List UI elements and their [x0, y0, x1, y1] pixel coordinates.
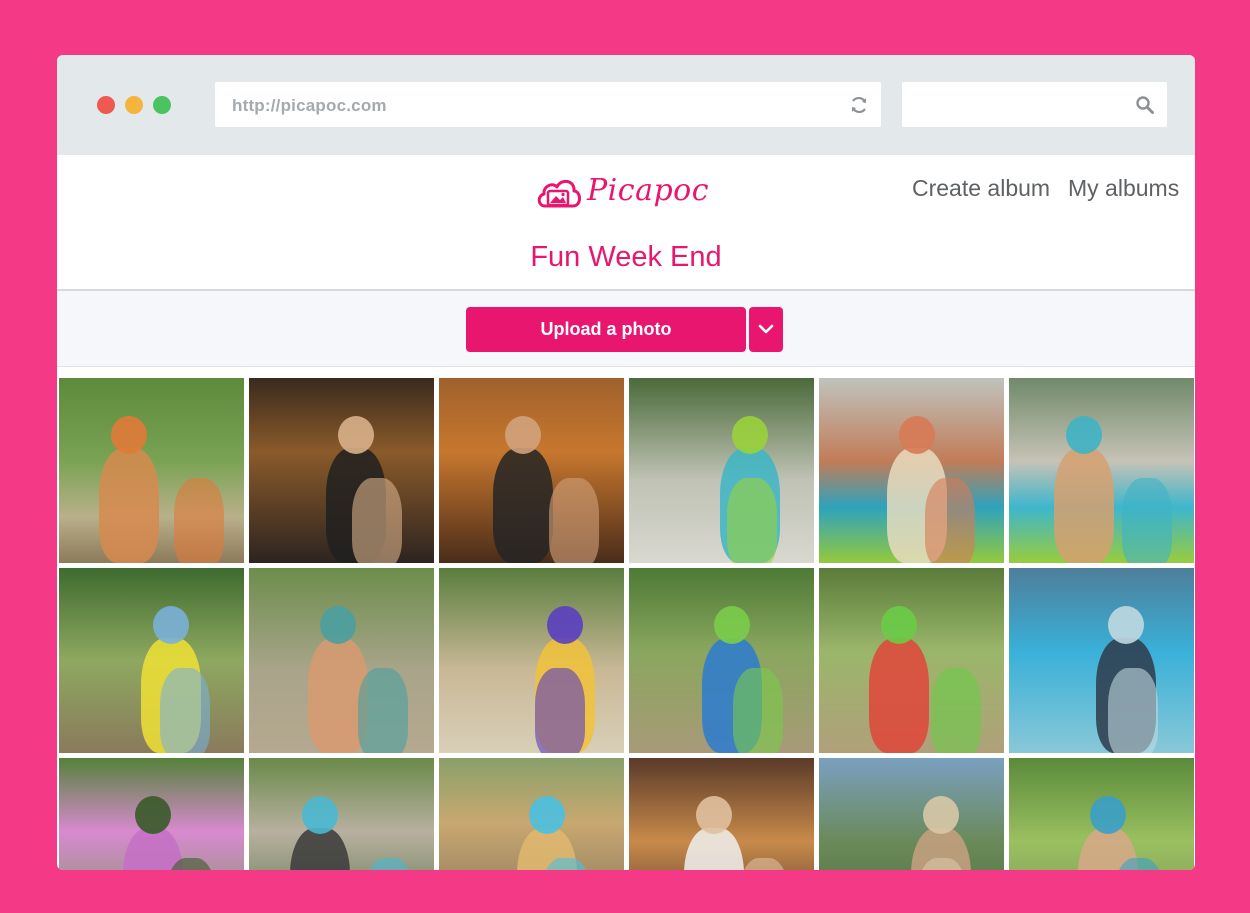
- photo-thumbnail[interactable]: [819, 568, 1004, 753]
- reload-icon[interactable]: [849, 95, 869, 115]
- photo-thumbnail[interactable]: [439, 758, 624, 870]
- photo-thumbnail[interactable]: [249, 758, 434, 870]
- photo-thumbnail[interactable]: [629, 568, 814, 753]
- search-icon[interactable]: [1135, 95, 1155, 115]
- photo-thumbnail[interactable]: [249, 568, 434, 753]
- site-header: Picapoc Create album My albums Fun Week …: [57, 155, 1195, 291]
- logo-wordmark: Picapoc: [587, 173, 710, 208]
- photo-thumbnail[interactable]: [1009, 378, 1194, 563]
- photo-thumbnail[interactable]: [629, 378, 814, 563]
- chevron-down-icon: [758, 324, 774, 334]
- photo-thumbnail[interactable]: [439, 378, 624, 563]
- nav-my-albums[interactable]: My albums: [1068, 175, 1179, 202]
- upload-photo-button[interactable]: Upload a photo: [466, 307, 746, 352]
- photo-thumbnail[interactable]: [59, 568, 244, 753]
- photo-thumbnail[interactable]: [59, 378, 244, 563]
- photo-thumbnail[interactable]: [819, 758, 1004, 870]
- photo-thumbnail[interactable]: [59, 758, 244, 870]
- maximize-window-button[interactable]: [153, 96, 171, 114]
- photo-thumbnail[interactable]: [1009, 758, 1194, 870]
- browser-window: http://picapoc.com Picapoc Create album …: [57, 55, 1195, 870]
- minimize-window-button[interactable]: [125, 96, 143, 114]
- photo-thumbnail[interactable]: [1009, 568, 1194, 753]
- upload-toolbar: Upload a photo: [57, 291, 1195, 367]
- album-title: Fun Week End: [530, 241, 722, 273]
- close-window-button[interactable]: [97, 96, 115, 114]
- photo-thumbnail[interactable]: [439, 568, 624, 753]
- upload-options-dropdown-button[interactable]: [749, 307, 783, 352]
- site-logo[interactable]: Picapoc: [535, 172, 735, 218]
- photo-thumbnail[interactable]: [819, 378, 1004, 563]
- photo-thumbnail[interactable]: [629, 758, 814, 870]
- photo-thumbnail[interactable]: [249, 378, 434, 563]
- address-bar[interactable]: http://picapoc.com: [215, 82, 881, 127]
- cloud-photo-logo-icon: [537, 179, 581, 208]
- nav-create-album[interactable]: Create album: [912, 175, 1050, 202]
- browser-search-field[interactable]: [902, 82, 1167, 127]
- address-text[interactable]: http://picapoc.com: [232, 96, 387, 116]
- photo-grid: [59, 378, 1195, 870]
- browser-toolbar: http://picapoc.com: [57, 55, 1195, 155]
